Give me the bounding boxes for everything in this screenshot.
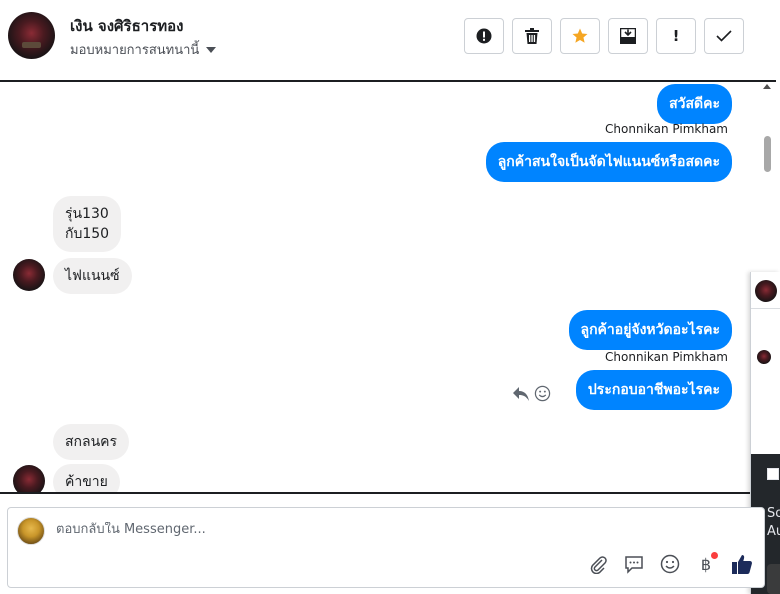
side-text-line: Au [767,524,780,539]
archive-icon [620,28,636,44]
alert-icon [476,28,492,44]
caret-down-icon [206,46,217,53]
check-icon [716,30,732,42]
side-divider [751,308,780,309]
emoji-icon[interactable] [534,385,551,402]
message-line: กับ150 [65,226,110,242]
message-bubble-outgoing: ลูกค้าสนใจเป็นจัดไฟแนนซ์หรือสดคะ [485,142,732,182]
attach-icon [590,556,607,574]
reply-input[interactable] [56,522,656,537]
side-avatar-small [757,350,771,364]
move-to-inbox-button[interactable] [608,18,648,54]
baht-icon: ฿ [700,554,712,574]
mark-done-button[interactable] [704,18,744,54]
saved-reply-button[interactable] [622,552,646,576]
star-button[interactable] [560,18,600,54]
conversation-header: เงิน จงศิริธารทอง มอบหมายการสนทนานี้ ! [0,0,780,80]
delete-button[interactable] [512,18,552,54]
message-bubble-incoming: รุ่น130 กับ150 [53,196,122,252]
message-bubble-incoming: สกลนคร [53,424,130,460]
message-thread[interactable]: สวัสดีคะ Chonnikan Pimkham ลูกค้าสนใจเป็… [0,82,776,492]
side-avatar[interactable] [755,280,777,302]
assign-conversation-dropdown[interactable]: มอบหมายการสนทนานี้ [70,39,217,60]
message-bubble-outgoing: ลูกค้าอยู่จังหวัดอะไรคะ [568,310,732,350]
trash-icon [525,28,539,44]
page-avatar [17,517,45,545]
star-icon [572,28,588,43]
saved-reply-icon [625,556,643,574]
side-action-button[interactable] [767,564,780,594]
reply-icon[interactable] [512,386,530,402]
notification-dot [711,552,718,559]
contact-name[interactable]: เงิน จงศิริธารทอง [70,14,183,38]
emoji-icon [660,554,680,574]
sender-name: Chonnikan Pimkham [605,122,728,136]
message-actions [512,385,551,402]
contact-avatar-small [13,465,45,492]
payment-button[interactable]: ฿ [694,552,718,576]
reply-composer: ฿ [7,507,765,588]
scroll-thumb[interactable] [764,136,771,172]
message-line: รุ่น130 [65,206,109,222]
message-bubble-incoming: ค้าขาย [53,464,120,492]
emoji-button[interactable] [658,552,682,576]
attach-button[interactable] [586,552,610,576]
composer-divider [0,492,776,494]
scroll-up-arrow-icon[interactable] [763,84,771,89]
assign-label: มอบหมายการสนทนานี้ [70,43,200,58]
contact-avatar-small [13,259,45,291]
sender-name: Chonnikan Pimkham [605,350,728,364]
thumbs-up-icon [732,555,752,574]
exclamation-icon: ! [672,27,680,45]
like-button[interactable] [730,552,754,576]
message-bubble-outgoing: ประกอบอาชีพอะไรคะ [575,370,732,410]
message-bubble-incoming: ไฟแนนซ์ [53,258,132,294]
mark-spam-button[interactable]: ! [656,18,696,54]
side-text-line: So [767,506,780,521]
calendar-icon [767,468,779,480]
contact-avatar[interactable] [8,12,55,59]
composer-tools: ฿ [586,552,754,576]
conversation-toolbar: ! [464,18,744,54]
report-button[interactable] [464,18,504,54]
message-bubble-outgoing: สวัสดีคะ [657,84,732,124]
